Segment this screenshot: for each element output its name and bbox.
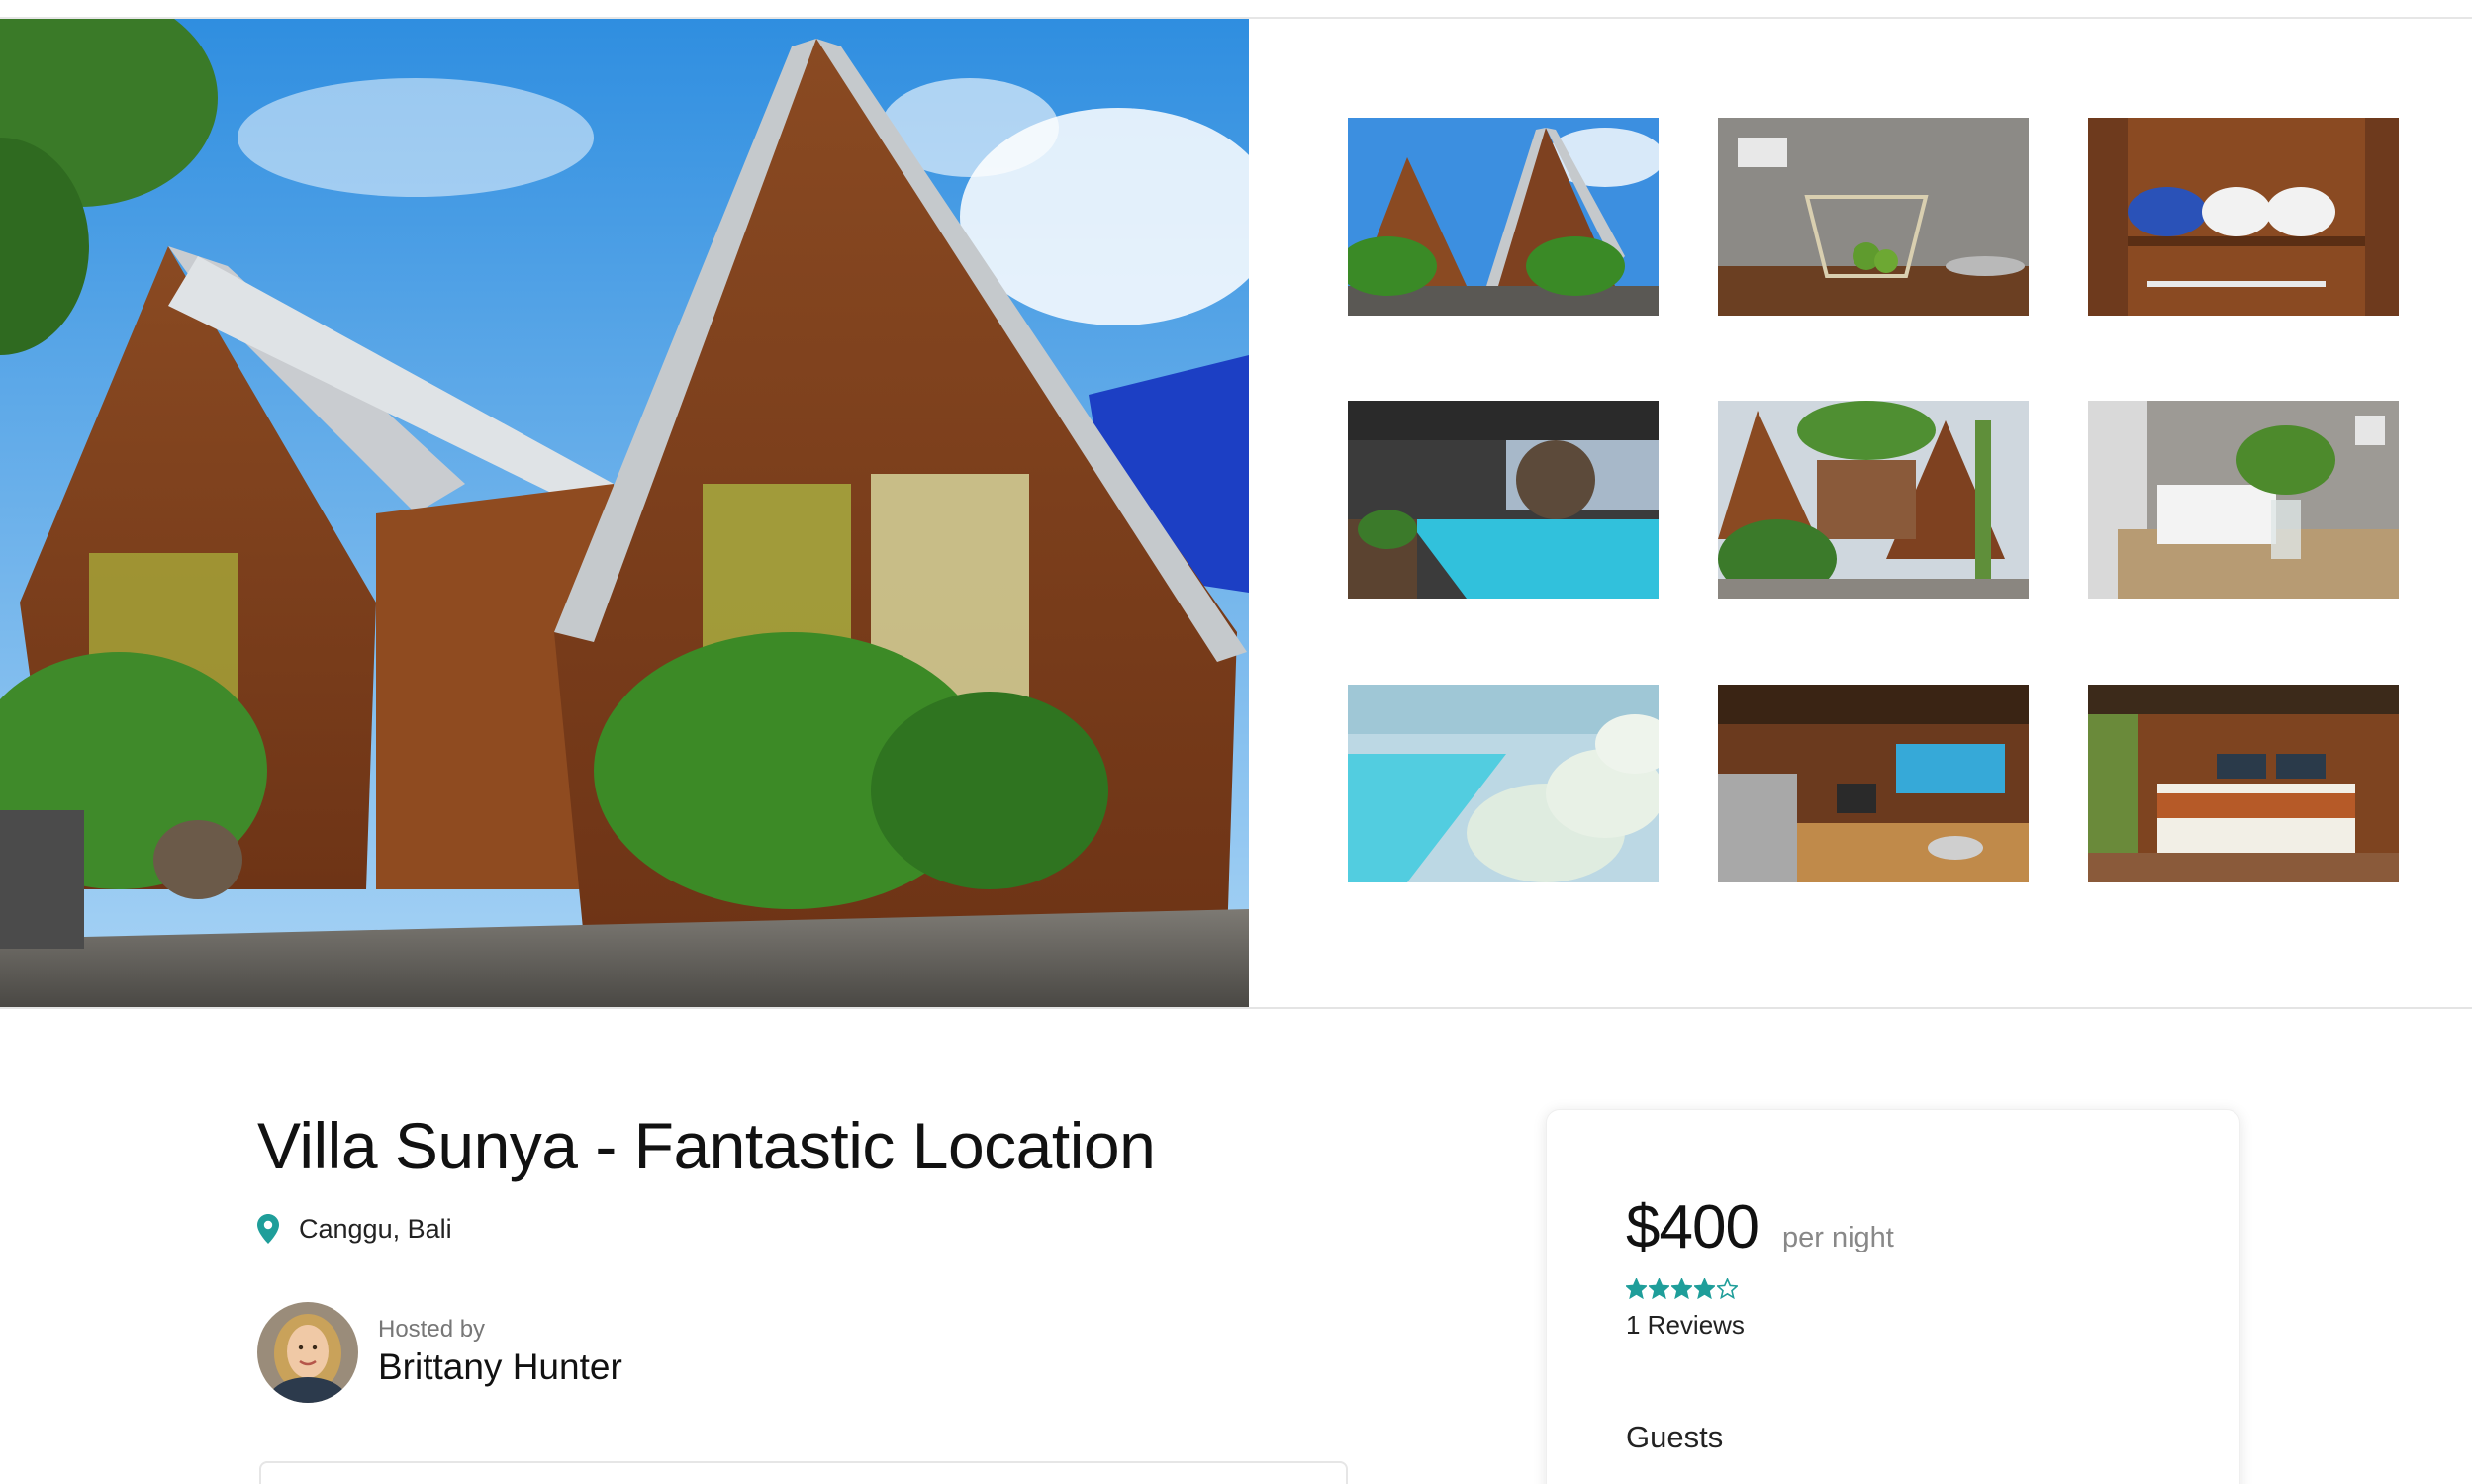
location-text: Canggu, Bali xyxy=(299,1213,452,1244)
host-avatar[interactable] xyxy=(257,1302,358,1403)
thumbnail-bedroom[interactable] xyxy=(2088,685,2399,882)
thumbnail-garden-cabins[interactable] xyxy=(1718,401,2029,599)
guests-label: Guests xyxy=(1626,1420,1724,1454)
thumbnail-pool-deck[interactable] xyxy=(1348,401,1659,599)
booking-card: $400 per night 1 Reviews Guests xyxy=(1546,1109,2240,1484)
thumbnail-cabins[interactable] xyxy=(1348,118,1659,316)
star-filled-icon xyxy=(1626,1278,1647,1299)
star-outline-icon xyxy=(1717,1278,1738,1299)
thumbnail-pool-beanbags[interactable] xyxy=(1348,685,1659,882)
star-rating xyxy=(1626,1278,1738,1299)
star-filled-icon xyxy=(1694,1278,1715,1299)
thumbnail-bathroom-sink[interactable] xyxy=(2088,401,2399,599)
host-name[interactable]: Brittany Hunter xyxy=(378,1346,622,1388)
details-section-box xyxy=(259,1461,1348,1484)
star-filled-icon xyxy=(1649,1278,1669,1299)
star-filled-icon xyxy=(1671,1278,1692,1299)
listing-title: Villa Sunya - Fantastic Location xyxy=(257,1109,1156,1182)
thumbnail-outdoor-kitchen[interactable] xyxy=(1718,685,2029,882)
hosted-by-label: Hosted by xyxy=(378,1316,486,1343)
reviews-link[interactable]: 1 Reviews xyxy=(1626,1310,1745,1341)
thumbnail-kitchen-basket[interactable] xyxy=(1718,118,2029,316)
listing-location: Canggu, Bali xyxy=(257,1211,452,1247)
price-unit: per night xyxy=(1782,1222,1894,1253)
photo-gallery xyxy=(0,19,2472,1009)
hero-photo[interactable] xyxy=(0,19,1249,1007)
nightly-price: $400 xyxy=(1626,1193,1759,1261)
host-info: Hosted by Brittany Hunter xyxy=(257,1302,752,1405)
map-pin-icon xyxy=(257,1214,279,1244)
thumbnail-towels[interactable] xyxy=(2088,118,2399,316)
